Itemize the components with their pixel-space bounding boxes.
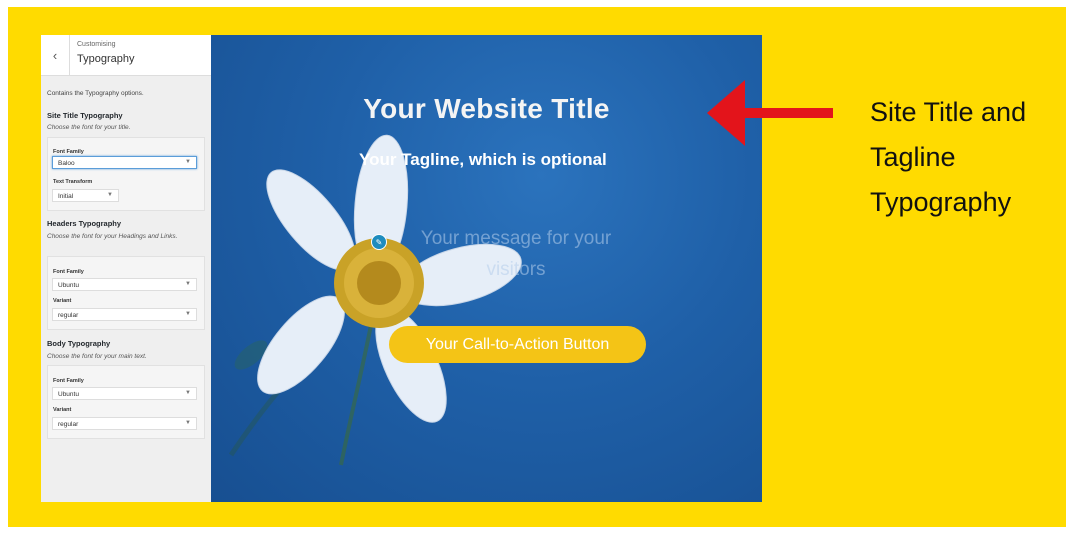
variant-label: Variant — [53, 407, 72, 413]
body-typography-heading: Body Typography — [47, 339, 111, 348]
panel-title: Typography — [77, 53, 135, 65]
site-title-typography-subtitle: Choose the font for your title. — [47, 124, 131, 131]
chevron-down-icon: ▼ — [185, 159, 191, 165]
annotation-text: Site Title and Tagline Typography — [870, 97, 1027, 217]
select-value: regular — [58, 421, 79, 428]
site-preview: Your Website Title Your Tagline, which i… — [211, 35, 762, 502]
select-value: Ubuntu — [58, 282, 79, 289]
chevron-down-icon: ▼ — [185, 390, 191, 396]
pencil-icon: ✎ — [375, 237, 383, 247]
text-transform-select[interactable]: Initial ▼ — [52, 189, 119, 202]
headers-font-family-select[interactable]: Ubuntu ▼ — [52, 278, 197, 291]
font-family-label: Font Family — [53, 378, 84, 384]
chevron-down-icon: ▼ — [185, 311, 191, 317]
text-transform-label: Text Transform — [53, 179, 93, 185]
font-family-label: Font Family — [53, 149, 84, 155]
font-family-label: Font Family — [53, 269, 84, 275]
call-to-action-button[interactable]: Your Call-to-Action Button — [389, 326, 646, 363]
body-font-family-select[interactable]: Ubuntu ▼ — [52, 387, 197, 400]
back-button[interactable]: ‹ — [41, 35, 70, 75]
red-arrow-icon — [707, 80, 833, 146]
select-value: Ubuntu — [58, 391, 79, 398]
body-variant-select[interactable]: regular ▼ — [52, 417, 197, 430]
headers-variant-select[interactable]: regular ▼ — [52, 308, 197, 321]
chevron-down-icon: ▼ — [107, 192, 113, 198]
site-tagline: Your Tagline, which is optional — [359, 150, 607, 169]
sidebar-header: ‹ Customising Typography — [41, 35, 211, 76]
chevron-left-icon: ‹ — [52, 47, 58, 63]
body-typography-subtitle: Choose the font for your main text. — [47, 353, 147, 360]
panel-description: Contains the Typography options. — [47, 90, 144, 97]
customizer-sidebar: ‹ Customising Typography Contains the Ty… — [41, 35, 212, 502]
hero-message: Your message for your visitors — [420, 228, 612, 280]
edit-shortcut-button[interactable]: ✎ — [371, 234, 387, 250]
site-title-font-family-select[interactable]: Baloo ▼ — [52, 156, 197, 169]
chevron-down-icon: ▼ — [185, 281, 191, 287]
select-value: Initial — [58, 193, 74, 200]
variant-label: Variant — [53, 298, 72, 304]
chevron-down-icon: ▼ — [185, 420, 191, 426]
select-value: regular — [58, 312, 79, 319]
select-value: Baloo — [58, 160, 75, 167]
site-title-typography-heading: Site Title Typography — [47, 111, 123, 120]
headers-typography-heading: Headers Typography — [47, 219, 122, 228]
site-title: Your Website Title — [363, 93, 610, 124]
breadcrumb: Customising — [77, 41, 116, 48]
headers-typography-subtitle: Choose the font for your Headings and Li… — [47, 233, 178, 240]
